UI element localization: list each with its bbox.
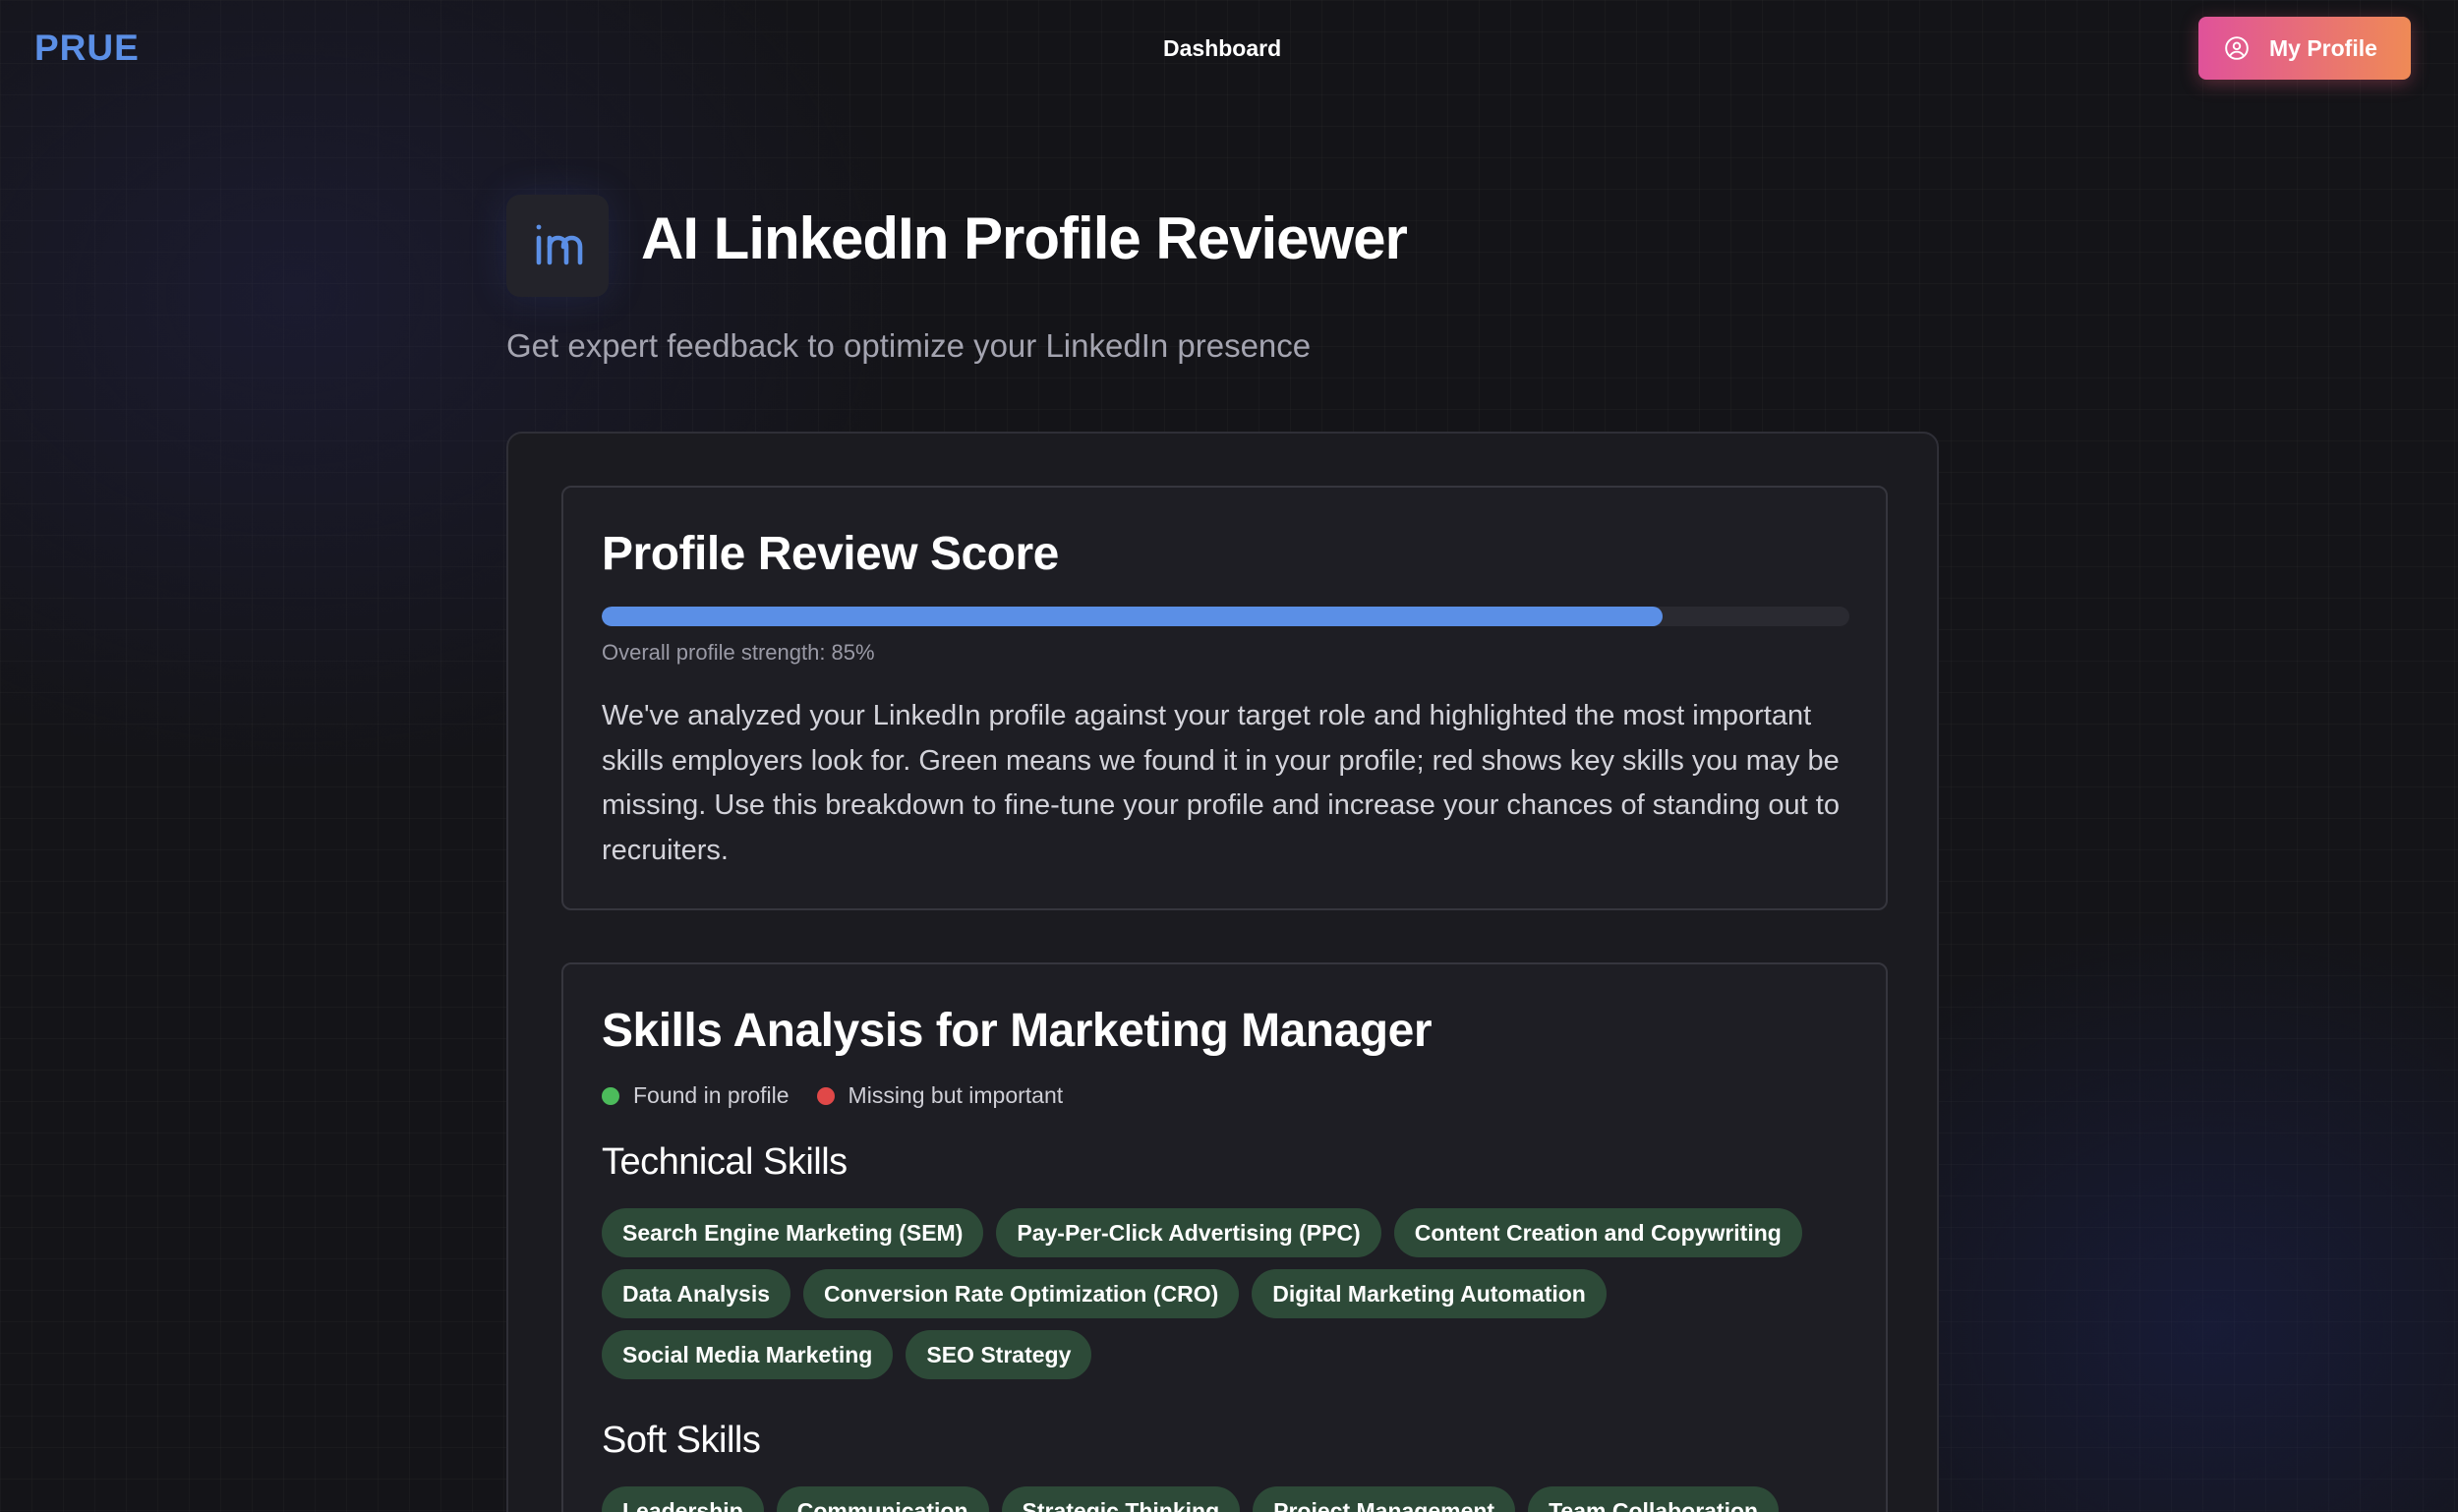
legend-missing-label: Missing but important <box>848 1082 1064 1108</box>
soft-skills-list: Leadership Communication Strategic Think… <box>602 1486 1870 1512</box>
profile-strength-text: Overall profile strength: 85% <box>602 640 875 666</box>
skills-legend: Found in profile Missing but important <box>602 1082 1090 1109</box>
technical-skills-heading: Technical Skills <box>602 1141 848 1183</box>
soft-skills-heading: Soft Skills <box>602 1420 761 1461</box>
found-dot-icon <box>602 1086 619 1105</box>
my-profile-button[interactable]: My Profile <box>2198 17 2411 80</box>
profile-score-card: Profile Review Score Overall profile str… <box>561 486 1888 910</box>
skill-tag-found: SEO Strategy <box>906 1330 1092 1379</box>
skill-tag-found: Team Collaboration <box>1528 1486 1780 1512</box>
legend-found: Found in profile <box>602 1082 790 1109</box>
skill-tag-found: Conversion Rate Optimization (CRO) <box>803 1269 1240 1318</box>
skill-tag-found: Data Analysis <box>602 1269 790 1318</box>
score-description: We've analyzed your LinkedIn profile aga… <box>602 700 1840 866</box>
top-navbar: PRUE Dashboard My Profile <box>0 0 2458 96</box>
my-profile-label: My Profile <box>2269 34 2377 61</box>
skill-tag-found: Leadership <box>602 1486 764 1512</box>
skill-tag-found: Strategic Thinking <box>1001 1486 1241 1512</box>
page-title: AI LinkedIn Profile Reviewer <box>641 205 1408 271</box>
profile-strength-progress-fill <box>602 607 1663 626</box>
skill-tag-found: Project Management <box>1253 1486 1516 1512</box>
nav-link-dashboard[interactable]: Dashboard <box>1163 35 1281 62</box>
skill-tag-found: Social Media Marketing <box>602 1330 894 1379</box>
hero-icon-tile <box>506 195 609 297</box>
skill-tag-found: Pay-Per-Click Advertising (PPC) <box>996 1208 1381 1257</box>
skill-tag-found: Content Creation and Copywriting <box>1393 1208 1802 1257</box>
profile-strength-label: Overall profile strength: <box>602 640 832 665</box>
page-subtitle: Get expert feedback to optimize your Lin… <box>506 327 1312 364</box>
brand-logo[interactable]: PRUE <box>34 28 140 69</box>
legend-found-label: Found in profile <box>633 1082 790 1108</box>
user-circle-icon <box>2225 36 2249 60</box>
missing-dot-icon <box>816 1086 835 1105</box>
skill-tag-found: Digital Marketing Automation <box>1252 1269 1607 1318</box>
review-results-panel: Profile Review Score Overall profile str… <box>506 432 1939 1512</box>
profile-strength-value: 85% <box>831 640 875 665</box>
skill-tag-found: Communication <box>776 1486 989 1512</box>
skill-tag-found: Search Engine Marketing (SEM) <box>602 1208 984 1257</box>
linkedin-icon <box>536 224 583 265</box>
profile-strength-progress-bar <box>602 607 1849 626</box>
skills-analysis-card: Skills Analysis for Marketing Manager Fo… <box>561 962 1888 1512</box>
skills-card-title: Skills Analysis for Marketing Manager <box>602 1005 1433 1057</box>
score-card-title: Profile Review Score <box>602 528 1059 580</box>
legend-missing: Missing but important <box>816 1082 1064 1109</box>
technical-skills-list: Search Engine Marketing (SEM) Pay-Per-Cl… <box>602 1208 1870 1379</box>
